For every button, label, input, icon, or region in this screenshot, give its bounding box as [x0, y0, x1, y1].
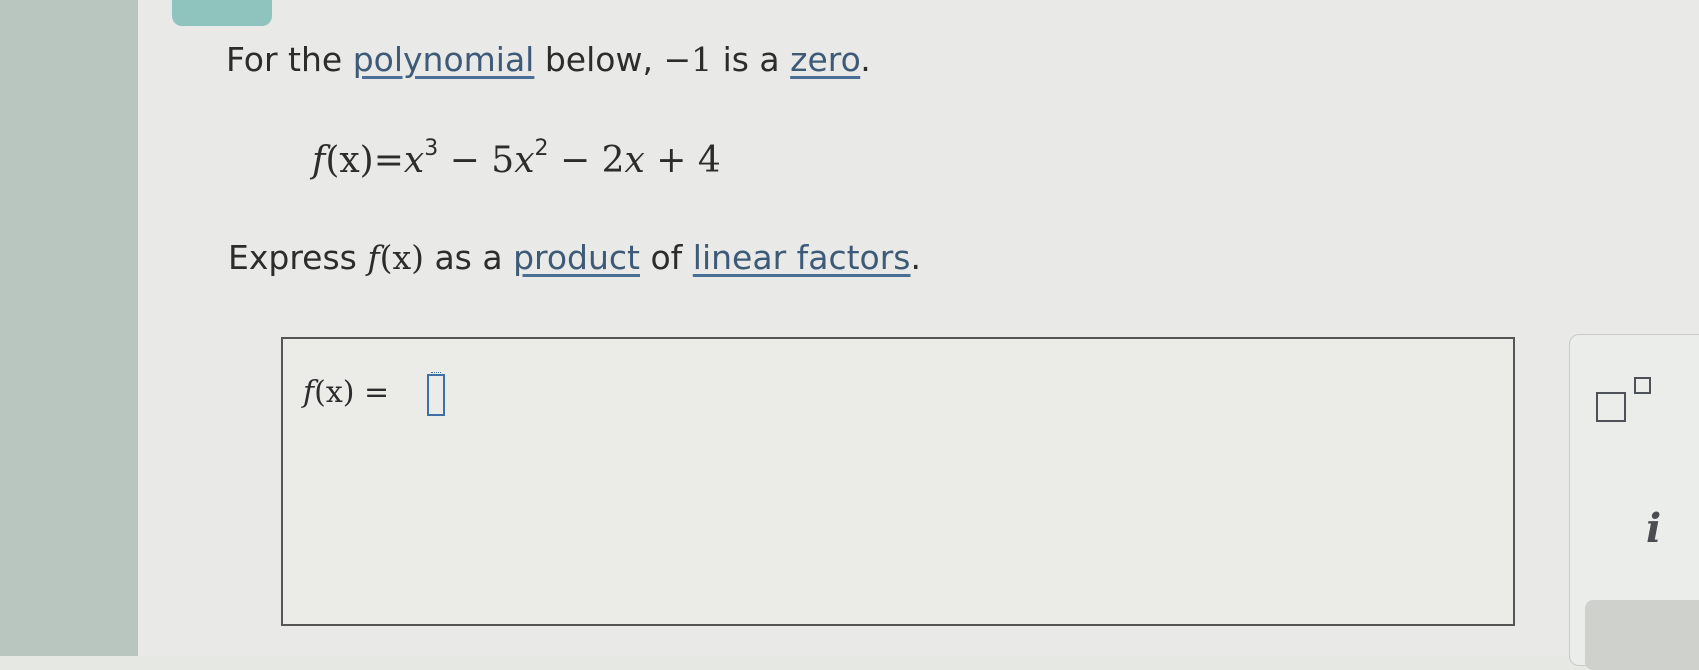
linear-factors-link[interactable]: linear factors [693, 238, 911, 277]
answer-input[interactable] [427, 372, 445, 416]
zero-link[interactable]: zero [790, 40, 860, 79]
answer-label: f(x) = [303, 375, 390, 410]
top-tab[interactable] [172, 0, 272, 26]
bottom-right-button[interactable] [1585, 600, 1699, 670]
zero-value: −1 [663, 40, 713, 79]
polynomial-equation: f(x)=x3 − 5x2 − 2x + 4 [312, 136, 721, 181]
polynomial-link[interactable]: polynomial [353, 40, 535, 79]
left-sidebar-strip [0, 0, 138, 656]
question-intro: For the polynomial below, −1 is a zero. [226, 40, 871, 79]
exponent-button[interactable] [1596, 375, 1666, 425]
product-link[interactable]: product [513, 238, 640, 277]
question-instruction: Express f(x) as a product of linear fact… [228, 238, 922, 277]
info-button[interactable]: i [1646, 505, 1661, 552]
answer-box[interactable]: f(x) = [281, 337, 1515, 626]
base-box-icon [1596, 392, 1626, 422]
superscript-box-icon [1634, 377, 1651, 394]
